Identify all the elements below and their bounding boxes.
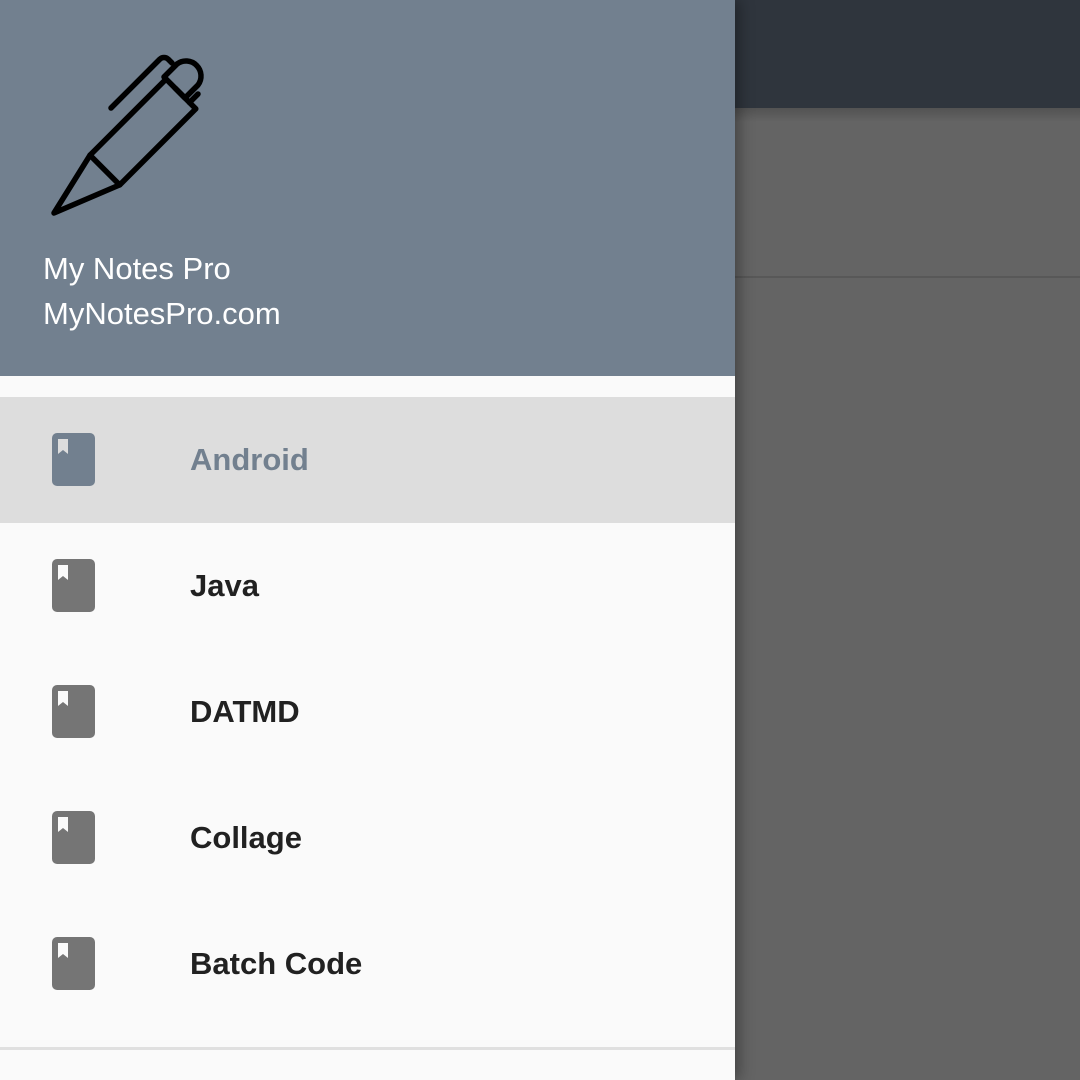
navigation-drawer: My Notes Pro MyNotesPro.com Android Java	[0, 0, 735, 1080]
book-icon	[52, 811, 95, 864]
drawer-header: My Notes Pro MyNotesPro.com	[0, 0, 735, 376]
menu-item-java[interactable]: Java	[0, 523, 735, 649]
screen: My Notes Pro MyNotesPro.com Android Java	[0, 0, 1080, 1080]
book-icon	[52, 685, 95, 738]
menu-item-label: Collage	[190, 820, 302, 855]
drawer-menu: Android Java DATMD Collage Batch Code	[0, 397, 735, 1027]
menu-item-label: Android	[190, 442, 309, 477]
pen-icon	[51, 54, 204, 216]
book-icon	[52, 937, 95, 990]
menu-item-label: Java	[190, 568, 259, 603]
menu-item-label: Batch Code	[190, 946, 363, 981]
app-bar-shadow	[735, 108, 1080, 122]
menu-item-android[interactable]: Android	[0, 397, 735, 523]
content-divider	[735, 276, 1080, 278]
menu-item-label: DATMD	[190, 694, 300, 729]
app-website: MyNotesPro.com	[43, 296, 281, 331]
menu-item-datmd[interactable]: DATMD	[0, 649, 735, 775]
book-icon	[52, 559, 95, 612]
book-icon	[52, 433, 95, 486]
menu-item-batch-code[interactable]: Batch Code	[0, 901, 735, 1027]
drawer-divider	[0, 1047, 735, 1050]
app-title: My Notes Pro	[43, 251, 231, 286]
menu-item-collage[interactable]: Collage	[0, 775, 735, 901]
